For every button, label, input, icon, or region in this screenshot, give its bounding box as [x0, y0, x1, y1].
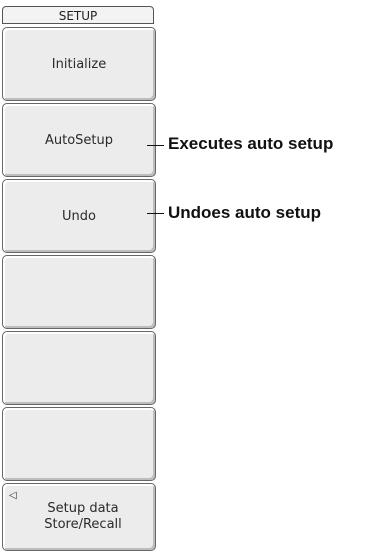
initialize-button[interactable]: Initialize: [2, 27, 156, 101]
autosetup-callout: Executes auto setup: [168, 134, 334, 153]
left-triangle-icon: ◁: [9, 490, 17, 501]
blank-softkey-3: [2, 407, 156, 481]
autosetup-leader-line: [147, 145, 164, 146]
menu-title: SETUP: [2, 6, 154, 24]
autosetup-button[interactable]: AutoSetup: [2, 103, 156, 177]
undo-leader-line: [147, 213, 164, 214]
blank-softkey-2: [2, 331, 156, 405]
store-recall-label-line1: Setup data: [47, 501, 119, 516]
undo-label: Undo: [62, 208, 96, 224]
autosetup-label: AutoSetup: [44, 132, 114, 148]
setup-data-store-recall-button[interactable]: ◁ Setup data Store/Recall: [2, 483, 156, 551]
undo-button[interactable]: Undo: [2, 179, 156, 253]
initialize-label: Initialize: [51, 56, 107, 72]
store-recall-label-line2: Store/Recall: [44, 517, 122, 532]
blank-softkey-1: [2, 255, 156, 329]
undo-callout: Undoes auto setup: [168, 203, 322, 222]
